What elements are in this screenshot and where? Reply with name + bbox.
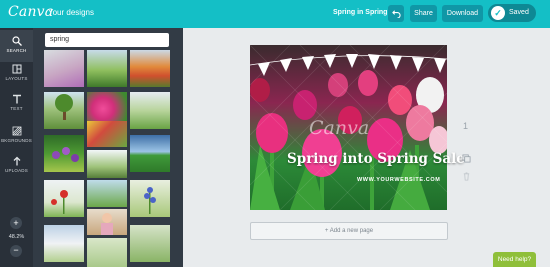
tool-uploads[interactable]: UPLOADS [0,150,33,182]
photo-thumbnail[interactable] [44,92,84,129]
photo-thumbnail[interactable] [87,209,127,235]
search-input[interactable]: spring [45,33,169,47]
tool-uploads-label: UPLOADS [5,168,28,173]
design-headline[interactable]: Spring into Spring Sale [287,151,465,167]
bluebell-image [144,187,156,214]
tool-layouts-label: LAYOUTS [5,76,28,81]
tool-backgrounds[interactable]: BKGROUNDS [0,120,33,152]
photo-thumbnail[interactable] [130,92,170,129]
photo-thumbnail[interactable] [87,150,127,178]
check-icon: ✓ [491,6,505,20]
photo-thumbnail[interactable] [87,121,127,147]
photo-thumbnail[interactable] [44,225,84,262]
tool-text-label: TEXT [10,106,23,111]
photo-thumbnail[interactable] [44,50,84,87]
photo-thumbnail[interactable] [87,50,127,87]
photo-thumbnail[interactable] [44,180,84,217]
editor-window: Canva Your designs Spring in Spring Shar… [0,0,550,267]
download-button[interactable]: Download [442,5,483,22]
tool-text[interactable]: TEXT [0,88,33,120]
your-designs-link[interactable]: Your designs [48,8,94,17]
delete-page-icon[interactable] [462,172,471,181]
photo-thumbnail[interactable] [87,180,127,207]
photo-thumbnail[interactable] [130,225,170,262]
photo-thumbnail[interactable] [130,180,170,217]
zoom-out-button[interactable]: − [10,245,22,257]
saved-label: Saved [509,9,529,16]
share-button[interactable]: Share [410,5,437,22]
layouts-icon [12,64,21,74]
tool-layouts[interactable]: LAYOUTS [0,58,33,90]
backgrounds-icon [12,126,21,136]
tool-search-label: SEARCH [6,48,27,53]
search-icon [11,36,22,46]
add-page-button[interactable]: + Add a new page [250,222,448,240]
photo-thumbnail[interactable] [130,135,170,172]
tree-image [55,94,73,120]
undo-icon [391,10,401,18]
undo-button[interactable] [388,5,404,22]
text-icon [12,94,21,104]
page-number: 1 [463,121,469,131]
zoom-level: 48.2% [8,234,25,240]
copy-page-icon[interactable] [462,154,471,163]
red-flower-image [51,190,68,214]
photo-thumbnail[interactable] [130,50,170,87]
design-website[interactable]: WWW.YOURWEBSITE.COM [357,177,440,183]
document-title[interactable]: Spring in Spring [333,9,387,16]
purple-flowers-image [52,147,79,162]
child-image [101,213,113,235]
top-bar: Canva Your designs Spring in Spring Shar… [0,0,550,28]
canva-watermark: Canva [309,117,370,139]
photo-thumbnail[interactable] [44,135,84,172]
side-toolbar: SEARCH LAYOUTS TEXT BKGROUNDS UPLOADS [0,28,33,267]
canva-logo[interactable]: Canva [8,4,53,20]
photo-thumbnail[interactable] [87,238,127,267]
need-help-button[interactable]: Need help? [493,252,536,267]
zoom-in-button[interactable]: + [10,217,22,229]
uploads-icon [13,156,20,166]
tool-backgrounds-label: BKGROUNDS [1,138,32,143]
